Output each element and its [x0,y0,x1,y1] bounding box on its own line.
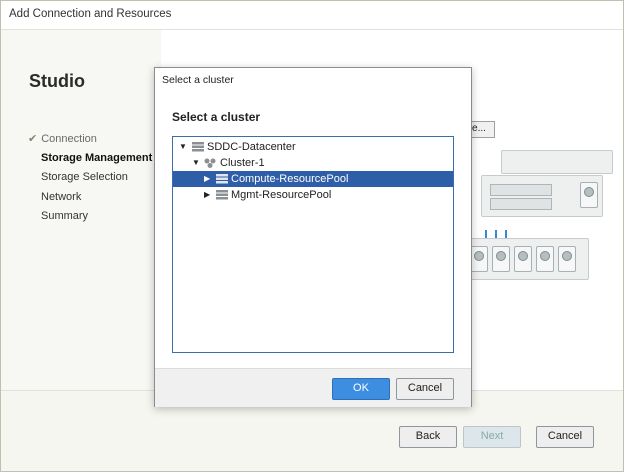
tree-node-label: Mgmt-ResourcePool [231,189,332,201]
cluster-icon [204,158,216,168]
server-unit-top [501,150,613,174]
datacenter-icon [192,142,204,152]
window-title: Add Connection and Resources [9,8,172,20]
resource-pool-icon [216,174,228,184]
dialog-heading: Select a cluster [172,110,261,124]
tree-node-label: Compute-ResourcePool [231,173,349,185]
server-unit-middle [481,175,603,217]
app-title: Studio [29,71,85,91]
expand-arrow-icon[interactable]: ▶ [204,171,210,187]
sidebar-item-label: Connection [41,133,97,145]
server-illustration [461,150,621,310]
ok-button[interactable]: OK [332,378,390,400]
next-button[interactable]: Next [463,426,521,448]
window-titlebar: Add Connection and Resources [1,1,623,30]
sidebar-item-connection[interactable]: ✔ Connection [28,132,97,145]
select-cluster-dialog: Select a cluster Select a cluster ▼ SDDC… [154,67,472,407]
expand-arrow-icon[interactable]: ▶ [204,187,210,203]
cancel-button[interactable]: Cancel [536,426,594,448]
dialog-titlebar: Select a cluster [155,68,471,90]
checkmark-icon: ✔ [28,133,38,145]
sidebar-item-storage-selection[interactable]: Storage Selection [41,171,128,183]
expand-arrow-icon[interactable]: ▼ [192,155,200,171]
resource-pool-icon [216,190,228,200]
tree-node-mgmt-resourcepool[interactable]: ▶ Mgmt-ResourcePool [173,187,453,203]
sidebar-item-network[interactable]: Network [41,191,81,203]
tree-node-cluster[interactable]: ▼ Cluster-1 [173,155,453,171]
back-button[interactable]: Back [399,426,457,448]
dialog-cancel-button[interactable]: Cancel [396,378,454,400]
cluster-tree[interactable]: ▼ SDDC-Datacenter ▼ Cluster-1 ▶ Compute-… [172,136,454,353]
sidebar-item-storage-management[interactable]: Storage Management [41,152,152,164]
wizard-sidebar: Studio ✔ Connection Storage Management St… [1,30,161,390]
dialog-footer: OK Cancel [155,368,471,407]
tree-node-label: Cluster-1 [220,157,265,169]
tree-node-label: SDDC-Datacenter [207,141,296,153]
expand-arrow-icon[interactable]: ▼ [179,139,187,155]
tree-node-datacenter[interactable]: ▼ SDDC-Datacenter [173,139,453,155]
dialog-title: Select a cluster [162,74,234,86]
tree-node-compute-resourcepool[interactable]: ▶ Compute-ResourcePool [173,171,453,187]
sidebar-item-summary[interactable]: Summary [41,210,88,222]
server-unit-bottom [461,238,589,280]
